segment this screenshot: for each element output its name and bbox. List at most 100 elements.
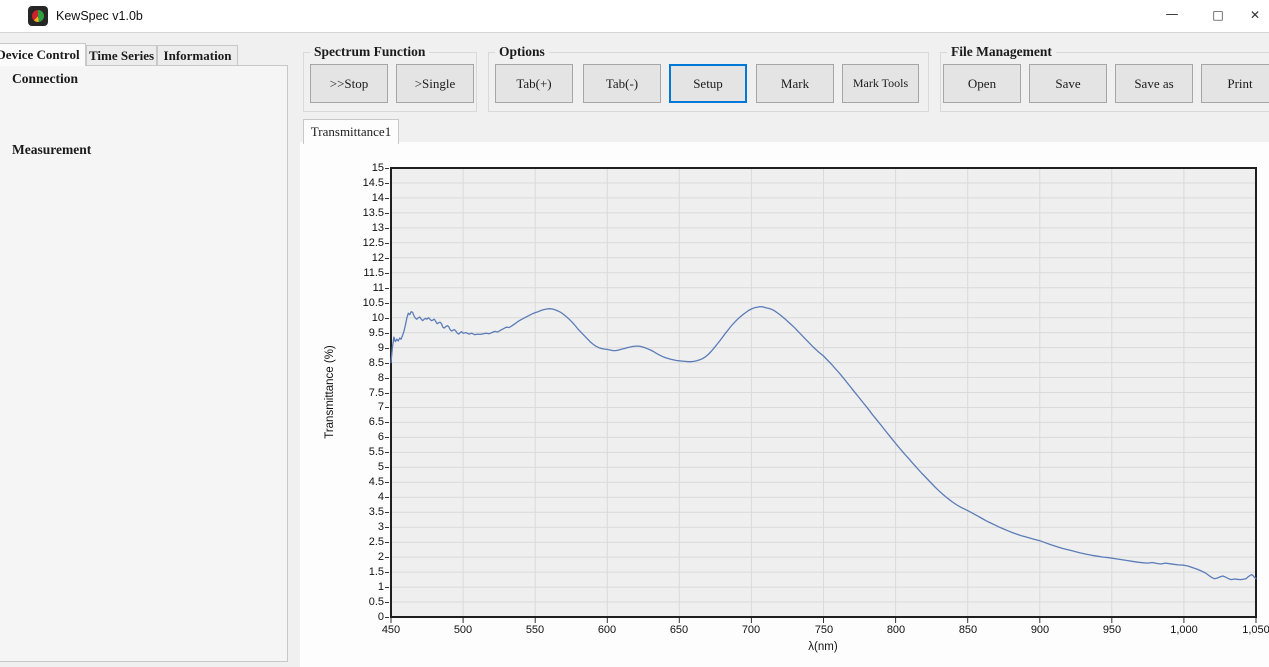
connection-group-title: Connection (8, 71, 82, 87)
y-tick-mark (385, 437, 389, 438)
y-tick-label: 10.5 (340, 296, 384, 310)
y-tick-label: 4 (340, 490, 384, 504)
y-tick-label: 11.5 (340, 266, 384, 280)
stop-button[interactable]: >>Stop (310, 64, 388, 103)
measurement-group-title: Measurement (8, 142, 95, 158)
y-tick-mark (385, 318, 389, 319)
titlebar: KewSpec v1.0b — □ ✕ (0, 0, 1269, 33)
file-management-title: File Management (947, 44, 1056, 60)
y-tick-label: 5 (340, 460, 384, 474)
x-tick-label: 500 (438, 624, 488, 636)
y-tick-label: 3 (340, 520, 384, 534)
y-tick-label: 6.5 (340, 415, 384, 429)
y-tick-mark (385, 587, 389, 588)
y-tick-mark (385, 348, 389, 349)
x-tick-label: 550 (510, 624, 560, 636)
tab-information[interactable]: Information (157, 45, 238, 66)
y-tick-label: 12 (340, 251, 384, 265)
y-tick-label: 4.5 (340, 475, 384, 489)
x-axis-title: λ(nm) (773, 641, 873, 653)
y-tick-mark (385, 183, 389, 184)
single-button[interactable]: >Single (396, 64, 474, 103)
y-tick-label: 10 (340, 311, 384, 325)
y-tick-label: 12.5 (340, 236, 384, 250)
y-tick-label: 1 (340, 580, 384, 594)
x-tick-label: 900 (1015, 624, 1065, 636)
x-tick-label: 650 (654, 624, 704, 636)
tab-plus-button[interactable]: Tab(+) (495, 64, 573, 103)
y-tick-label: 3.5 (340, 505, 384, 519)
y-tick-mark (385, 602, 389, 603)
save-as-button[interactable]: Save as (1115, 64, 1193, 103)
setup-button[interactable]: Setup (669, 64, 747, 103)
y-axis-title: Transmittance (%) (324, 312, 338, 472)
y-tick-label: 11 (340, 281, 384, 295)
maximize-icon[interactable]: □ (1195, 0, 1241, 32)
y-tick-mark (385, 243, 389, 244)
tab-device-control[interactable]: Device Control (0, 43, 86, 66)
minimize-icon[interactable]: — (1149, 0, 1195, 32)
y-tick-label: 8.5 (340, 356, 384, 370)
y-tick-mark (385, 333, 389, 334)
tab-transmittance1[interactable]: Transmittance1 (303, 119, 399, 144)
y-tick-mark (385, 407, 389, 408)
open-button[interactable]: Open (943, 64, 1021, 103)
y-tick-mark (385, 572, 389, 573)
y-tick-mark (385, 393, 389, 394)
y-tick-label: 14.5 (340, 176, 384, 190)
x-tick-label: 700 (726, 624, 776, 636)
y-tick-mark (385, 482, 389, 483)
y-tick-mark (385, 213, 389, 214)
options-title: Options (495, 44, 549, 60)
y-tick-label: 1.5 (340, 565, 384, 579)
x-tick-label: 600 (582, 624, 632, 636)
x-tick-label: 1,000 (1159, 624, 1209, 636)
y-tick-mark (385, 228, 389, 229)
app-icon (28, 6, 48, 26)
app-logo-icon (32, 10, 44, 22)
y-tick-mark (385, 452, 389, 453)
x-tick-label: 950 (1087, 624, 1137, 636)
mark-tools-button[interactable]: Mark Tools (842, 64, 919, 103)
tab-minus-button[interactable]: Tab(-) (583, 64, 661, 103)
y-tick-label: 7.5 (340, 386, 384, 400)
y-tick-mark (385, 527, 389, 528)
print-button[interactable]: Print (1201, 64, 1269, 103)
close-icon[interactable]: ✕ (1241, 0, 1269, 32)
spectrum-plot[interactable] (390, 167, 1257, 625)
x-tick-label: 800 (871, 624, 921, 636)
y-tick-label: 2.5 (340, 535, 384, 549)
y-tick-label: 13.5 (340, 206, 384, 220)
x-tick-label: 450 (366, 624, 416, 636)
x-tick-label: 850 (943, 624, 993, 636)
y-tick-mark (385, 378, 389, 379)
app-window: KewSpec v1.0b — □ ✕ Device Control Time … (0, 0, 1269, 667)
x-tick-label: 1,050 (1231, 624, 1269, 636)
y-tick-mark (385, 363, 389, 364)
tab-time-series[interactable]: Time Series (86, 45, 157, 66)
y-tick-label: 9 (340, 341, 384, 355)
mark-button[interactable]: Mark (756, 64, 834, 103)
y-tick-mark (385, 258, 389, 259)
y-tick-mark (385, 512, 389, 513)
x-tick-label: 750 (799, 624, 849, 636)
y-tick-label: 8 (340, 371, 384, 385)
y-tick-mark (385, 617, 389, 618)
y-tick-mark (385, 168, 389, 169)
y-tick-label: 14 (340, 191, 384, 205)
y-tick-mark (385, 542, 389, 543)
y-tick-label: 2 (340, 550, 384, 564)
y-tick-label: 15 (340, 161, 384, 175)
y-tick-label: 0 (340, 610, 384, 624)
save-button[interactable]: Save (1029, 64, 1107, 103)
y-tick-mark (385, 303, 389, 304)
y-tick-mark (385, 557, 389, 558)
y-tick-mark (385, 273, 389, 274)
y-tick-mark (385, 198, 389, 199)
y-tick-label: 6 (340, 430, 384, 444)
y-tick-label: 5.5 (340, 445, 384, 459)
spectrum-function-title: Spectrum Function (310, 44, 429, 60)
y-tick-mark (385, 497, 389, 498)
window-title: KewSpec v1.0b (56, 0, 143, 32)
y-tick-label: 9.5 (340, 326, 384, 340)
